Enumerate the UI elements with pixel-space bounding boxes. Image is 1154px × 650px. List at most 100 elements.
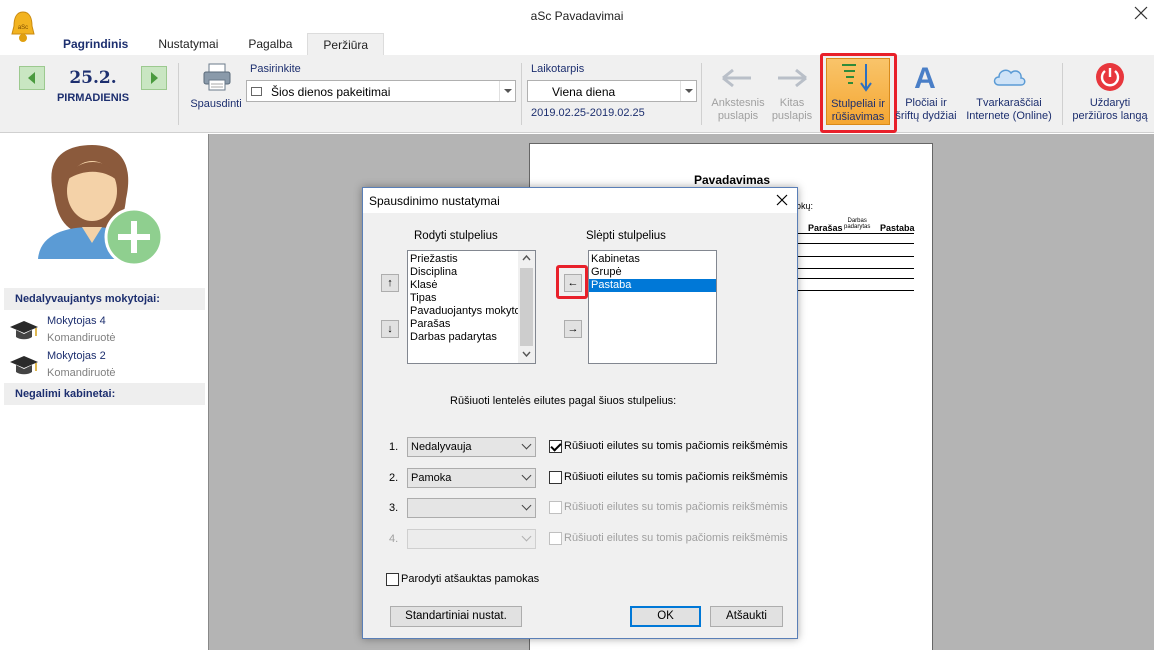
shown-columns-list[interactable]: Priežastis Disciplina Klasė Tipas Pavadu… (407, 250, 536, 364)
arrow-right-icon (151, 72, 158, 84)
move-down-button[interactable]: ↓ (381, 320, 399, 338)
teacher-item[interactable]: Mokytojas 4 Komandiruotė (8, 315, 204, 349)
sort-same-checkbox-1[interactable] (549, 440, 562, 453)
online-button[interactable]: Tvarkaraščiai Internete (Online) (960, 97, 1058, 123)
list-item[interactable]: Tipas (408, 292, 535, 305)
preview-col-note: Pastaba (880, 223, 915, 233)
choose-select[interactable]: Šios dienos pakeitimai (246, 80, 516, 102)
close-preview-button[interactable]: Uždaryti peržiūros langą (1066, 97, 1154, 123)
document-icon (251, 87, 262, 96)
font-size-icon: A (914, 62, 936, 92)
arrow-up-icon: ↑ (387, 277, 393, 289)
sort-row-number: 4. (389, 533, 399, 545)
online-label-2: Internete (Online) (966, 110, 1052, 122)
close-preview-label-2: peržiūros langą (1072, 110, 1148, 122)
sort-same-checkbox-2[interactable] (549, 471, 562, 484)
arrow-right-icon (778, 68, 807, 88)
tab-pagalba[interactable]: Pagalba (233, 33, 307, 55)
list-item[interactable]: Priežastis (408, 253, 535, 266)
sort-select-4[interactable] (407, 529, 536, 549)
period-caption: Laikotarpis (531, 63, 585, 75)
next-page-button[interactable]: Kitas puslapis (765, 97, 819, 123)
hidden-columns-list[interactable]: Kabinetas Grupė Pastaba (588, 250, 717, 364)
show-cancelled-label: Parodyti atšauktas pamokas (401, 573, 540, 585)
preview-col-signature: Parašas (808, 223, 843, 233)
chevron-down-icon (499, 81, 515, 101)
sort-row-number: 3. (389, 502, 399, 514)
teacher-item[interactable]: Mokytojas 2 Komandiruotė (8, 350, 204, 384)
sort-same-label: Rūšiuoti eilutes su tomis pačiomis reikš… (564, 440, 788, 452)
teacher-status: Komandiruotė (47, 332, 116, 344)
fonts-button[interactable]: Pločiai ir šriftų dydžiai (893, 97, 959, 123)
preview-col-work: Darbas padarytas (844, 218, 870, 230)
shown-list-scrollbar[interactable] (518, 251, 535, 363)
list-item[interactable]: Klasė (408, 279, 535, 292)
show-columns-header: Rodyti stulpelius (414, 230, 498, 242)
list-item[interactable]: Parašas (408, 318, 535, 331)
prev-page-label-1: Ankstesnis (711, 97, 765, 109)
teacher-status: Komandiruotė (47, 367, 116, 379)
list-item-selected[interactable]: Pastaba (589, 279, 716, 292)
left-panel: Nedalyvaujantys mokytojai: Mokytojas 4 K… (0, 134, 208, 650)
chevron-down-icon (521, 531, 532, 542)
arrow-left-icon (28, 72, 35, 84)
arrow-left-icon (722, 68, 751, 88)
hide-column-button[interactable]: → (564, 320, 582, 338)
list-item[interactable]: Kabinetas (589, 253, 716, 266)
sort-select-value: Pamoka (411, 472, 452, 484)
list-item[interactable]: Pavaduojantys mokytojai (408, 305, 535, 318)
arrow-right-icon: → (567, 323, 579, 335)
show-cancelled-checkbox[interactable] (386, 573, 399, 586)
power-icon (1096, 63, 1124, 91)
dialog-title-bar: Spausdinimo nustatymai (363, 188, 797, 213)
print-label[interactable]: Spausdinti (186, 98, 246, 111)
scroll-up-icon[interactable] (522, 255, 531, 261)
next-page-label-1: Kitas (779, 97, 805, 109)
sort-select-2[interactable]: Pamoka (407, 468, 536, 488)
ok-button[interactable]: OK (630, 606, 701, 627)
sort-same-checkbox-3[interactable] (549, 501, 562, 514)
chevron-down-icon (521, 439, 532, 450)
highlight-frame (556, 265, 588, 299)
fonts-label-1: Pločiai ir (905, 97, 947, 109)
scroll-thumb[interactable] (520, 268, 533, 346)
next-page-label-2: puslapis (771, 110, 813, 122)
list-item[interactable]: Disciplina (408, 266, 535, 279)
sort-same-label: Rūšiuoti eilutes su tomis pačiomis reikš… (564, 501, 788, 513)
next-day-button[interactable] (141, 66, 167, 90)
svg-text:A: A (914, 62, 936, 92)
teacher-name: Mokytojas 4 (47, 315, 106, 327)
absent-teachers-header: Nedalyvaujantys mokytojai: (4, 288, 205, 310)
choose-caption: Pasirinkite (250, 63, 301, 75)
tab-nustatymai[interactable]: Nustatymai (143, 33, 233, 55)
cancel-button[interactable]: Atšaukti (710, 606, 783, 627)
prev-day-button[interactable] (19, 66, 45, 90)
sort-select-1[interactable]: Nedalyvauja (407, 437, 536, 457)
tab-pagrindinis[interactable]: Pagrindinis (48, 33, 143, 55)
window-close-icon[interactable] (1134, 6, 1148, 20)
menu-tabs: Pagrindinis Nustatymai Pagalba Peržiūra (48, 33, 385, 55)
printer-icon[interactable] (201, 61, 233, 93)
close-icon[interactable] (775, 193, 789, 207)
sort-select-value: Nedalyvauja (411, 441, 472, 453)
sort-row-number: 1. (389, 441, 399, 453)
preview-title: Pavadavimas (693, 173, 771, 187)
period-select[interactable]: Viena diena (527, 80, 697, 102)
tab-perziura[interactable]: Peržiūra (307, 33, 385, 55)
graduation-cap-icon (10, 321, 38, 340)
online-label-1: Tvarkaraščiai (976, 97, 1042, 109)
hide-columns-header: Slėpti stulpelius (586, 230, 666, 242)
defaults-button[interactable]: Standartiniai nustat. (390, 606, 522, 627)
prev-page-button[interactable]: Ankstesnis puslapis (704, 97, 772, 123)
list-item[interactable]: Grupė (589, 266, 716, 279)
app-title: aSc Pavadavimai (530, 9, 624, 23)
sort-same-checkbox-4[interactable] (549, 532, 562, 545)
list-item[interactable]: Darbas padarytas (408, 331, 535, 344)
sort-select-3[interactable] (407, 498, 536, 518)
svg-text:aSc: aSc (18, 25, 28, 31)
print-settings-dialog: Spausdinimo nustatymai Rodyti stulpelius… (362, 187, 798, 639)
preview-fragment: okų: (796, 201, 814, 211)
move-up-button[interactable]: ↑ (381, 274, 399, 292)
title-bar: aSc Pavadavimai (0, 0, 1154, 32)
scroll-down-icon[interactable] (522, 351, 531, 357)
